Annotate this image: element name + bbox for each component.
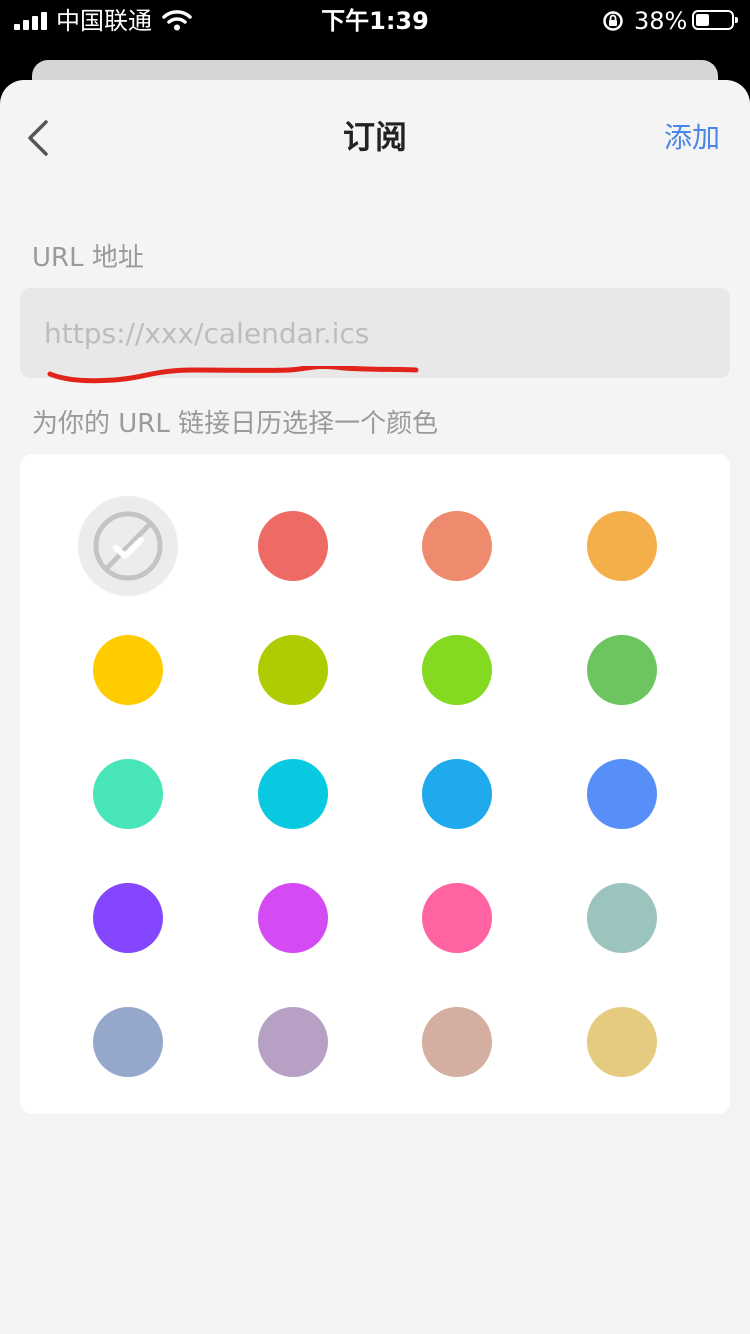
red-underline-annotation [47,366,419,384]
color-swatch[interactable] [422,883,492,953]
color-swatch[interactable] [258,511,328,581]
subscribe-sheet: 订阅 添加 URL 地址 为你的 URL 链接日历选择一个颜色 [0,80,750,1334]
color-swatch[interactable] [258,883,328,953]
color-swatch[interactable] [587,511,657,581]
color-palette [20,454,730,1114]
color-swatch[interactable] [93,759,163,829]
url-label: URL 地址 [32,243,144,273]
add-button[interactable]: 添加 [664,116,720,160]
color-swatch[interactable] [258,635,328,705]
status-bar: 中国联通 下午1:39 38% [0,0,750,44]
battery-icon [692,10,738,30]
color-swatch[interactable] [422,759,492,829]
battery-percent: 38% [634,7,688,35]
color-swatch[interactable] [93,883,163,953]
color-swatch[interactable] [587,1007,657,1077]
color-swatch[interactable] [258,759,328,829]
color-swatch[interactable] [93,1007,163,1077]
url-input[interactable] [20,288,730,378]
color-swatch[interactable] [422,511,492,581]
color-swatch[interactable] [258,1007,328,1077]
rotation-lock-icon [603,11,623,31]
no-color-check-icon [93,511,163,581]
color-swatch[interactable] [93,635,163,705]
color-swatch[interactable] [587,759,657,829]
color-swatch[interactable] [587,883,657,953]
page-title: 订阅 [342,118,407,156]
color-swatch[interactable] [422,635,492,705]
no-color-swatch[interactable] [78,496,178,596]
color-section-label: 为你的 URL 链接日历选择一个颜色 [32,409,439,439]
color-swatch[interactable] [587,635,657,705]
color-swatch[interactable] [422,1007,492,1077]
